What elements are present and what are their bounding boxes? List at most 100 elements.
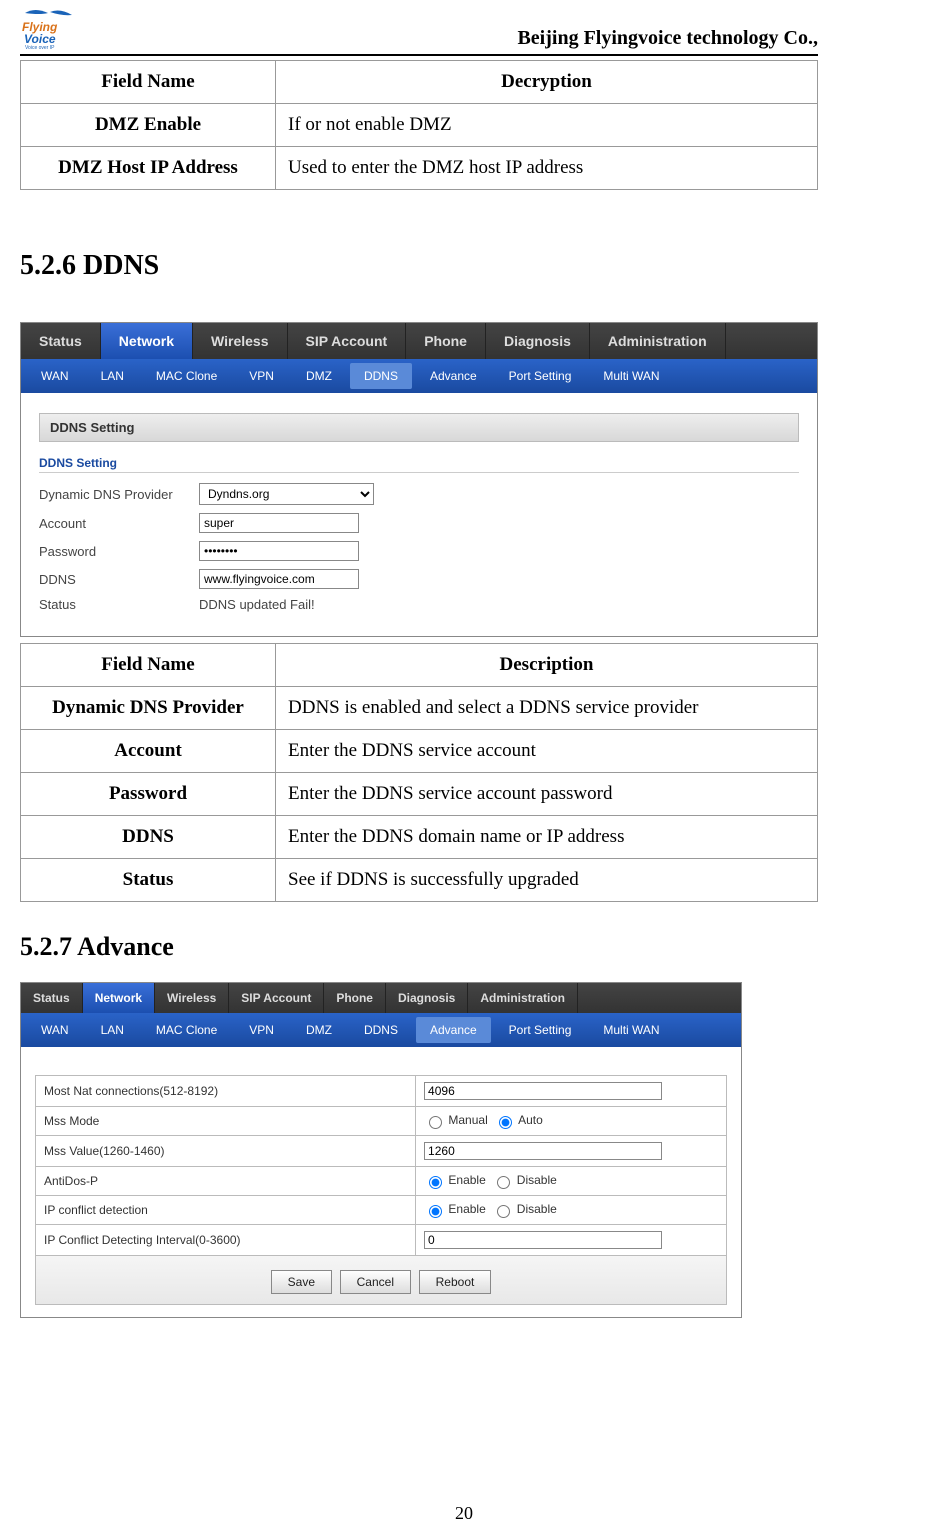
tab-network[interactable]: Network	[101, 323, 193, 359]
provider-select[interactable]: Dyndns.org	[199, 483, 374, 505]
subtab-dmz[interactable]: DMZ	[292, 363, 346, 389]
tab-status[interactable]: Status	[21, 323, 101, 359]
mss-mode-manual-radio[interactable]	[429, 1116, 442, 1129]
subtab-multi-wan[interactable]: Multi WAN	[589, 1017, 673, 1043]
radio-label: Disable	[517, 1173, 557, 1187]
reboot-button[interactable]: Reboot	[419, 1270, 492, 1294]
radio-label: Disable	[517, 1202, 557, 1216]
tab-sip-account[interactable]: SIP Account	[288, 323, 407, 359]
ddns-doc-head-desc: Description	[276, 644, 818, 687]
top-tabs-2: Status Network Wireless SIP Account Phon…	[21, 983, 741, 1013]
table-row-name: Dynamic DNS Provider	[21, 687, 276, 730]
adv-label: Most Nat connections(512-8192)	[36, 1076, 416, 1107]
advance-settings-table: Most Nat connections(512-8192) Mss Mode …	[35, 1075, 727, 1256]
radio-label: Auto	[518, 1113, 543, 1127]
tab-network[interactable]: Network	[83, 983, 155, 1013]
ipconflict-enable-radio[interactable]	[429, 1205, 442, 1218]
dmz-table-head-desc: Decryption	[276, 61, 818, 104]
dmz-row-desc: If or not enable DMZ	[276, 104, 818, 147]
tab-diagnosis[interactable]: Diagnosis	[486, 323, 590, 359]
table-row-name: Status	[21, 859, 276, 902]
subtab-mac-clone[interactable]: MAC Clone	[142, 363, 231, 389]
cancel-button[interactable]: Cancel	[340, 1270, 411, 1294]
table-row-desc: Enter the DDNS domain name or IP address	[276, 816, 818, 859]
tab-status[interactable]: Status	[21, 983, 83, 1013]
subtab-multi-wan[interactable]: Multi WAN	[589, 363, 673, 389]
status-label: Status	[39, 597, 199, 612]
table-row-name: DDNS	[21, 816, 276, 859]
ip-conflict-interval-input[interactable]	[424, 1231, 662, 1249]
subtab-dmz[interactable]: DMZ	[292, 1017, 346, 1043]
table-row-desc: DDNS is enabled and select a DDNS servic…	[276, 687, 818, 730]
adv-label: IP conflict detection	[36, 1196, 416, 1225]
table-row-desc: Enter the DDNS service account password	[276, 773, 818, 816]
radio-label: Enable	[448, 1173, 485, 1187]
adv-label: Mss Value(1260-1460)	[36, 1136, 416, 1167]
save-button[interactable]: Save	[271, 1270, 332, 1294]
ddns-doc-head-field: Field Name	[21, 644, 276, 687]
ddns-doc-table: Field Name Description Dynamic DNS Provi…	[20, 643, 818, 902]
tab-phone[interactable]: Phone	[324, 983, 386, 1013]
adv-label: IP Conflict Detecting Interval(0-3600)	[36, 1225, 416, 1256]
subtab-lan[interactable]: LAN	[87, 363, 138, 389]
status-value: DDNS updated Fail!	[199, 597, 315, 612]
table-row-name: Account	[21, 730, 276, 773]
ddns-panel-title: DDNS Setting	[39, 413, 799, 442]
most-nat-input[interactable]	[424, 1082, 662, 1100]
adv-label: Mss Mode	[36, 1107, 416, 1136]
subtab-port-setting[interactable]: Port Setting	[495, 363, 586, 389]
sub-tabs: WAN LAN MAC Clone VPN DMZ DDNS Advance P…	[21, 359, 817, 393]
adv-label: AntiDos-P	[36, 1167, 416, 1196]
button-row: Save Cancel Reboot	[35, 1256, 727, 1305]
radio-label: Enable	[448, 1202, 485, 1216]
ddns-section-label: DDNS Setting	[39, 456, 799, 473]
ipconflict-disable-radio[interactable]	[497, 1205, 510, 1218]
table-row-name: Password	[21, 773, 276, 816]
subtab-lan[interactable]: LAN	[87, 1017, 138, 1043]
ddns-screenshot-panel: Status Network Wireless SIP Account Phon…	[20, 322, 818, 637]
antidos-enable-radio[interactable]	[429, 1176, 442, 1189]
tab-administration[interactable]: Administration	[468, 983, 578, 1013]
dmz-table: Field Name Decryption DMZ Enable If or n…	[20, 60, 818, 190]
tab-phone[interactable]: Phone	[406, 323, 486, 359]
section-advance-heading: 5.2.7 Advance	[20, 932, 818, 962]
dmz-row-name: DMZ Enable	[21, 104, 276, 147]
dmz-row-desc: Used to enter the DMZ host IP address	[276, 147, 818, 190]
account-label: Account	[39, 516, 199, 531]
tab-sip-account[interactable]: SIP Account	[229, 983, 324, 1013]
password-label: Password	[39, 544, 199, 559]
antidos-disable-radio[interactable]	[497, 1176, 510, 1189]
subtab-mac-clone[interactable]: MAC Clone	[142, 1017, 231, 1043]
dmz-row-name: DMZ Host IP Address	[21, 147, 276, 190]
subtab-advance[interactable]: Advance	[416, 363, 491, 389]
dmz-table-head-field: Field Name	[21, 61, 276, 104]
subtab-advance[interactable]: Advance	[416, 1017, 491, 1043]
account-input[interactable]	[199, 513, 359, 533]
tab-diagnosis[interactable]: Diagnosis	[386, 983, 468, 1013]
mss-mode-auto-radio[interactable]	[499, 1116, 512, 1129]
ddns-label: DDNS	[39, 572, 199, 587]
subtab-ddns[interactable]: DDNS	[350, 1017, 412, 1043]
subtab-ddns[interactable]: DDNS	[350, 363, 412, 389]
tab-wireless[interactable]: Wireless	[155, 983, 229, 1013]
tab-wireless[interactable]: Wireless	[193, 323, 287, 359]
subtab-vpn[interactable]: VPN	[235, 1017, 288, 1043]
logo: Flying Voice Voice over IP	[20, 5, 80, 54]
provider-label: Dynamic DNS Provider	[39, 487, 199, 502]
logo-text-tag: Voice over IP	[25, 45, 55, 50]
company-name: Beijing Flyingvoice technology Co.,	[517, 27, 818, 54]
sub-tabs-2: WAN LAN MAC Clone VPN DMZ DDNS Advance P…	[21, 1013, 741, 1047]
mss-value-input[interactable]	[424, 1142, 662, 1160]
table-row-desc: See if DDNS is successfully upgraded	[276, 859, 818, 902]
subtab-wan[interactable]: WAN	[27, 1017, 83, 1043]
top-tabs: Status Network Wireless SIP Account Phon…	[21, 323, 817, 359]
section-ddns-heading: 5.2.6 DDNS	[20, 250, 818, 282]
ddns-input[interactable]	[199, 569, 359, 589]
radio-label: Manual	[448, 1113, 487, 1127]
subtab-port-setting[interactable]: Port Setting	[495, 1017, 586, 1043]
password-input[interactable]	[199, 541, 359, 561]
subtab-vpn[interactable]: VPN	[235, 363, 288, 389]
tab-administration[interactable]: Administration	[590, 323, 726, 359]
table-row-desc: Enter the DDNS service account	[276, 730, 818, 773]
subtab-wan[interactable]: WAN	[27, 363, 83, 389]
